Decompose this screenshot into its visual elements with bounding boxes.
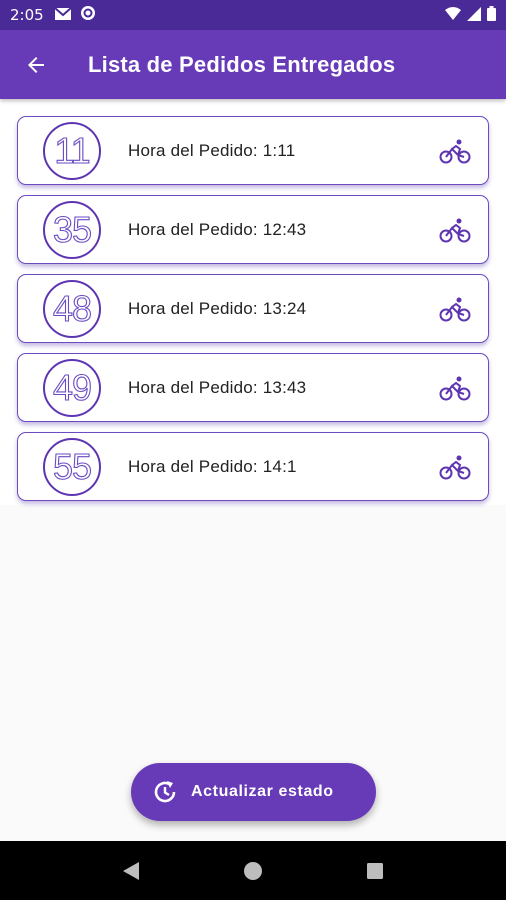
square-recents-icon <box>367 862 383 879</box>
mail-icon <box>54 6 72 25</box>
order-number-badge: 55 <box>43 437 101 496</box>
bicycle-icon <box>439 376 471 400</box>
page-title: Lista de Pedidos Entregados <box>88 51 396 77</box>
signal-icon <box>467 6 481 25</box>
order-time-label: Hora del Pedido: 14:1 <box>128 456 297 476</box>
list-item[interactable]: 35 Hora del Pedido: 12:43 <box>17 195 489 264</box>
order-number-badge: 48 <box>43 279 101 338</box>
bicycle-icon <box>439 297 471 321</box>
status-bar: 2:05 <box>0 0 506 30</box>
update-status-label: Actualizar estado <box>191 783 334 800</box>
refresh-clock-icon <box>154 781 176 803</box>
order-time-label: Hora del Pedido: 13:43 <box>128 377 307 397</box>
circle-home-icon <box>244 861 262 880</box>
triangle-back-icon <box>123 861 139 880</box>
orders-list: 11 Hora del Pedido: 1:11 35 Hora del Ped… <box>0 99 506 505</box>
order-number-badge: 11 <box>43 121 101 180</box>
arrow-back-icon <box>28 56 44 73</box>
app-bar: Lista de Pedidos Entregados <box>0 30 506 99</box>
list-item[interactable]: 55 Hora del Pedido: 14:1 <box>17 432 489 501</box>
list-item[interactable]: 11 Hora del Pedido: 1:11 <box>17 116 489 185</box>
system-navigation-bar <box>0 841 506 900</box>
nav-recents-button[interactable] <box>355 851 395 891</box>
list-item[interactable]: 48 Hora del Pedido: 13:24 <box>17 274 489 343</box>
update-status-button[interactable]: Actualizar estado <box>131 763 376 821</box>
list-item[interactable]: 49 Hora del Pedido: 13:43 <box>17 353 489 422</box>
wifi-icon <box>445 6 461 25</box>
order-time-label: Hora del Pedido: 1:11 <box>128 140 296 160</box>
status-time: 2:05 <box>10 6 44 24</box>
nav-back-button[interactable] <box>111 851 151 891</box>
order-time-label: Hora del Pedido: 12:43 <box>128 219 307 239</box>
order-time-label: Hora del Pedido: 13:24 <box>128 298 307 318</box>
battery-icon <box>487 5 496 25</box>
nav-home-button[interactable] <box>233 851 273 891</box>
bicycle-icon <box>439 139 471 163</box>
order-number-badge: 49 <box>43 358 101 417</box>
back-button[interactable] <box>8 37 64 93</box>
sync-icon <box>80 5 96 25</box>
bicycle-icon <box>439 455 471 479</box>
order-number-badge: 35 <box>43 200 101 259</box>
bicycle-icon <box>439 218 471 242</box>
